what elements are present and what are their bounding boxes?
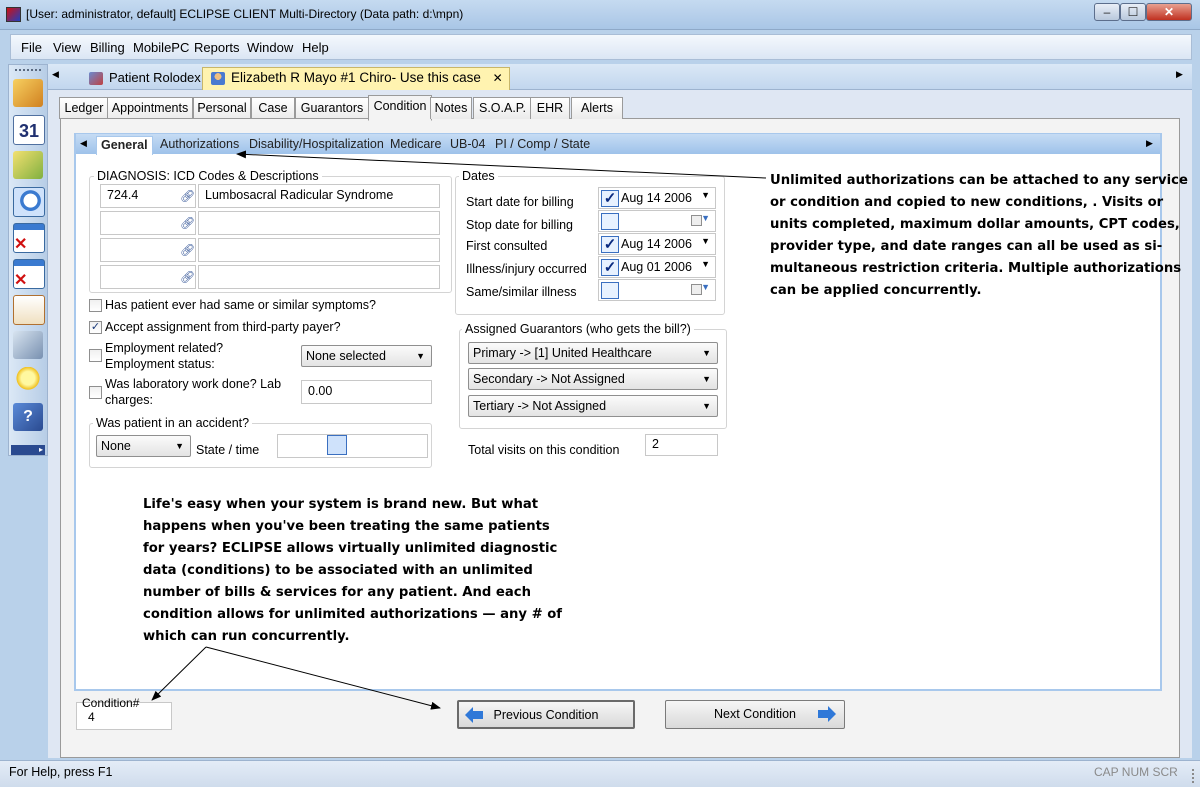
condition-number-label: Condition# [82, 696, 140, 710]
previous-condition-button[interactable]: Previous Condition [457, 700, 635, 729]
next-condition-button[interactable]: Next Condition [665, 700, 845, 729]
arrow-to-authorizations-tab [236, 150, 767, 179]
arrow-to-condition-number [151, 646, 207, 701]
previous-condition-label: Previous Condition [493, 708, 599, 722]
annotation-arrows [151, 150, 767, 710]
status-indicators: CAP NUM SCRL [1094, 765, 1178, 779]
status-help-text: For Help, press F1 [9, 765, 113, 779]
next-condition-label: Next Condition [714, 707, 796, 721]
arrow-left-icon [465, 707, 483, 723]
condition-number-value: 4 [88, 710, 95, 724]
resize-grip[interactable] [1182, 769, 1194, 783]
arrow-right-icon [818, 706, 836, 722]
status-bar: For Help, press F1 CAP NUM SCRL [0, 760, 1200, 787]
arrow-to-previous-condition [205, 646, 441, 710]
